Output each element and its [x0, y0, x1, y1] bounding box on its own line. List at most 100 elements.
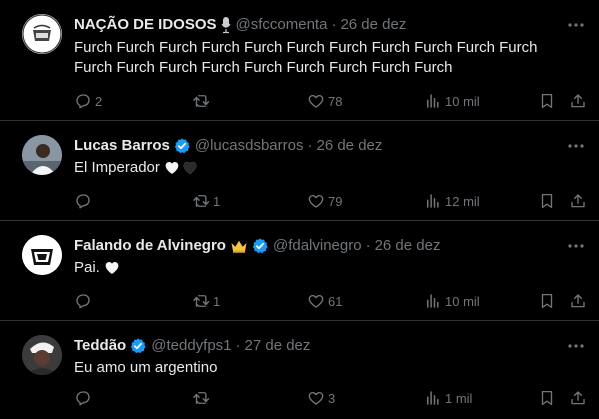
- like-count: 61: [328, 293, 343, 309]
- avatar[interactable]: [22, 235, 62, 275]
- like-count: 79: [328, 193, 343, 209]
- share-button[interactable]: [569, 388, 587, 408]
- views-button[interactable]: 12 mil: [424, 191, 480, 211]
- more-options-icon[interactable]: [567, 18, 585, 32]
- more-options-icon[interactable]: [567, 339, 585, 353]
- bookmark-icon: [538, 389, 556, 407]
- tweet-date[interactable]: 26 de dez: [316, 136, 382, 156]
- like-button[interactable]: 61: [307, 291, 342, 311]
- heart-icon: [307, 92, 325, 110]
- like-button[interactable]: 3: [307, 388, 335, 408]
- display-name[interactable]: Falando de Alvinegro: [74, 236, 226, 256]
- repost-count: 1: [213, 193, 221, 209]
- repost-button[interactable]: 1: [192, 291, 220, 311]
- reply-icon: [74, 292, 92, 310]
- reply-button[interactable]: [74, 388, 95, 408]
- like-count: 78: [328, 93, 343, 109]
- crown-icon: [230, 238, 248, 254]
- tweet-text-line: Furch Furch Furch Furch Furch Furch Furc…: [74, 59, 453, 76]
- bookmark-icon: [538, 92, 556, 110]
- views-count: 10 mil: [445, 93, 480, 109]
- tweet[interactable]: Falando de Alvinegro @fdalvinegro · 26 d…: [0, 221, 599, 321]
- reply-icon: [74, 92, 92, 110]
- tweet-date[interactable]: 27 de dez: [245, 336, 311, 356]
- user-handle[interactable]: @lucasdsbarros: [195, 136, 304, 156]
- verified-badge-icon: [173, 137, 191, 155]
- views-icon: [424, 389, 442, 407]
- avatar[interactable]: [22, 14, 62, 54]
- tweet-text-line: Furch Furch Furch Furch Furch Furch Furc…: [74, 39, 538, 56]
- repost-button[interactable]: 1: [192, 191, 220, 211]
- like-count: 3: [328, 390, 336, 406]
- like-button[interactable]: 79: [307, 191, 342, 211]
- views-button[interactable]: 10 mil: [424, 91, 480, 111]
- more-options-icon[interactable]: [567, 139, 585, 153]
- tweet[interactable]: Teddão @teddyfps1 · 27 de dez Eu amo um …: [0, 321, 599, 419]
- separator-dot: ·: [365, 237, 371, 254]
- separator-dot: ·: [235, 337, 241, 354]
- share-button[interactable]: [569, 191, 587, 211]
- share-icon: [569, 292, 587, 310]
- black-heart-icon: [182, 160, 198, 176]
- bookmark-button[interactable]: [538, 388, 556, 408]
- bookmark-icon: [538, 292, 556, 310]
- action-bar: 1 79 12 mil: [74, 191, 587, 211]
- tweet-date[interactable]: 26 de dez: [340, 15, 406, 35]
- user-handle[interactable]: @teddyfps1: [151, 336, 231, 356]
- share-icon: [569, 92, 587, 110]
- like-button[interactable]: 78: [307, 91, 342, 111]
- action-bar: 2 78 10 mil: [74, 91, 587, 111]
- action-bar: 3 1 mil: [74, 388, 587, 408]
- reply-icon: [74, 192, 92, 210]
- user-handle[interactable]: @sfccomenta: [236, 15, 328, 35]
- views-icon: [424, 92, 442, 110]
- separator-dot: ·: [307, 137, 313, 154]
- bookmark-button[interactable]: [538, 191, 556, 211]
- tweet-text-content: El Imperador: [74, 159, 160, 176]
- tweet-date[interactable]: 26 de dez: [375, 236, 441, 256]
- views-icon: [424, 292, 442, 310]
- repost-icon: [192, 192, 210, 210]
- verified-badge-icon: [251, 237, 269, 255]
- avatar[interactable]: [22, 335, 62, 375]
- share-button[interactable]: [569, 91, 587, 111]
- white-heart-icon: [164, 160, 180, 176]
- display-name[interactable]: Lucas Barros: [74, 136, 170, 156]
- heart-icon: [307, 292, 325, 310]
- display-name[interactable]: NAÇÃO DE IDOSOS: [74, 15, 217, 35]
- bookmark-button[interactable]: [538, 91, 556, 111]
- white-heart-icon: [104, 260, 120, 276]
- tweet[interactable]: Lucas Barros @lucasdsbarros · 26 de dez …: [0, 121, 599, 221]
- repost-count: 1: [213, 293, 221, 309]
- bookmark-icon: [538, 192, 556, 210]
- views-button[interactable]: 1 mil: [424, 388, 472, 408]
- bookmark-button[interactable]: [538, 291, 556, 311]
- reply-button[interactable]: [74, 191, 95, 211]
- reply-button[interactable]: [74, 291, 95, 311]
- tweet-text: Eu amo um argentino: [74, 358, 583, 378]
- user-handle[interactable]: @fdalvinegro: [273, 236, 362, 256]
- reply-icon: [74, 389, 92, 407]
- display-name[interactable]: Teddão: [74, 336, 126, 356]
- tweet-text: El Imperador: [74, 158, 583, 178]
- tweet-text-content: Pai.: [74, 259, 100, 276]
- repost-icon: [192, 292, 210, 310]
- views-count: 10 mil: [445, 293, 480, 309]
- more-options-icon[interactable]: [567, 239, 585, 253]
- tweet-text: Pai.: [74, 258, 583, 278]
- views-count: 12 mil: [445, 193, 480, 209]
- repost-button[interactable]: [192, 91, 213, 111]
- repost-button[interactable]: [192, 388, 213, 408]
- avatar[interactable]: [22, 135, 62, 175]
- microphone-icon: [220, 16, 232, 34]
- separator-dot: ·: [331, 16, 337, 33]
- views-icon: [424, 192, 442, 210]
- views-button[interactable]: 10 mil: [424, 291, 480, 311]
- share-button[interactable]: [569, 291, 587, 311]
- share-icon: [569, 389, 587, 407]
- repost-icon: [192, 389, 210, 407]
- heart-icon: [307, 389, 325, 407]
- tweet-text-content: Eu amo um argentino: [74, 359, 218, 376]
- tweet[interactable]: NAÇÃO DE IDOSOS @sfccomenta · 26 de dez …: [0, 0, 599, 121]
- reply-button[interactable]: 2: [74, 91, 102, 111]
